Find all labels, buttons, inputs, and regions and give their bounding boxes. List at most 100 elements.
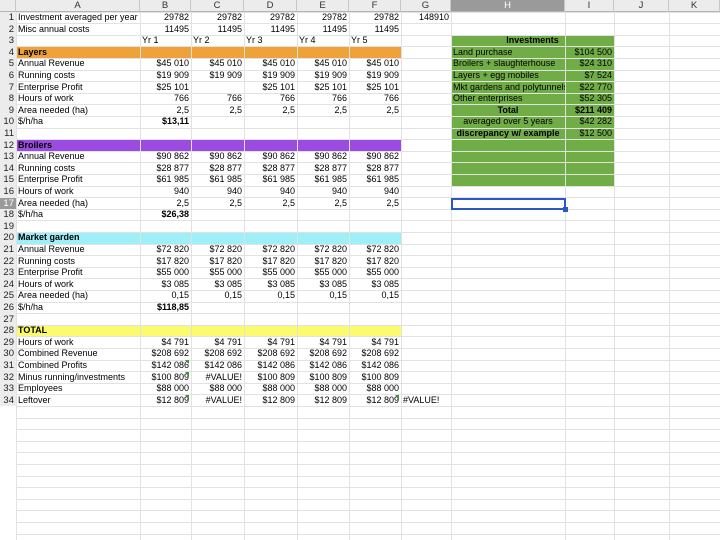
cell-b21[interactable]: $72 820 [140, 244, 191, 256]
cell-d11[interactable] [244, 128, 297, 140]
column-header-i[interactable]: I [565, 0, 614, 12]
cell-g9[interactable] [401, 105, 451, 117]
cell-g15[interactable] [401, 174, 451, 186]
cell-f22[interactable]: $17 820 [349, 256, 401, 268]
cell-b29[interactable]: $4 791 [140, 337, 191, 349]
cell-b24[interactable]: $3 085 [140, 279, 191, 291]
spreadsheet-grid[interactable]: A B C D E F G H I J K 1 Investment averaged per year… [0, 0, 720, 540]
cell-a30[interactable]: Combined Revenue [16, 348, 140, 360]
cell-a5[interactable]: Annual Revenue [16, 58, 140, 70]
cell-e13[interactable]: $90 862 [297, 151, 349, 163]
cell-d24[interactable]: $3 085 [244, 279, 297, 291]
cell-c20[interactable] [191, 232, 244, 244]
investment-item-label[interactable]: Broilers + slaughterhouse [451, 58, 565, 70]
cell-c8[interactable]: 766 [191, 93, 244, 105]
cell-b11[interactable] [140, 128, 191, 140]
cell-f15[interactable]: $61 985 [349, 174, 401, 186]
cell-d7[interactable]: $25 101 [244, 82, 297, 94]
investments-total-value[interactable]: $211 409 [565, 105, 614, 117]
cell-a19[interactable] [16, 221, 140, 233]
cell-g10[interactable] [401, 116, 451, 128]
cell-b1[interactable]: 29782 [140, 12, 191, 24]
cell-d12[interactable] [244, 140, 297, 152]
row-header-31[interactable]: 31 [0, 360, 16, 372]
cell-f9[interactable]: 2,5 [349, 105, 401, 117]
cell-e27[interactable] [297, 314, 349, 326]
investment-item-value[interactable]: $24 310 [565, 58, 614, 70]
cell-g2[interactable] [401, 24, 451, 36]
cell-a20[interactable]: Market garden [16, 232, 140, 244]
row-header-4[interactable]: 4 [0, 46, 16, 59]
cell-f10[interactable] [349, 116, 401, 128]
cell-e29[interactable]: $4 791 [297, 337, 349, 349]
column-header-h[interactable]: H [451, 0, 565, 12]
cell-f28[interactable] [349, 325, 401, 337]
cell-c5[interactable]: $45 010 [191, 58, 244, 70]
cell-a21[interactable]: Annual Revenue [16, 244, 140, 256]
cell-e6[interactable]: $19 909 [297, 70, 349, 82]
cell-e3[interactable]: Yr 4 [297, 35, 349, 47]
cell-d23[interactable]: $55 000 [244, 267, 297, 279]
cell-f21[interactable]: $72 820 [349, 244, 401, 256]
cell-f29[interactable]: $4 791 [349, 337, 401, 349]
row-header-5[interactable]: 5 [0, 58, 16, 70]
cell-a1[interactable]: Investment averaged per year [16, 12, 140, 24]
cell-f31[interactable]: $142 086 [349, 360, 401, 372]
cell-a2[interactable]: Misc annual costs [16, 24, 140, 36]
cell-b12[interactable] [140, 140, 191, 152]
row-header-7[interactable]: 7 [0, 81, 16, 94]
cell-c14[interactable]: $28 877 [191, 163, 244, 175]
cell-e15[interactable]: $61 985 [297, 174, 349, 186]
cell-e1[interactable]: 29782 [297, 12, 349, 24]
cell-e9[interactable]: 2,5 [297, 105, 349, 117]
row-header-2[interactable]: 2 [0, 23, 16, 36]
cell-c6[interactable]: $19 909 [191, 70, 244, 82]
row-header-12[interactable]: 12 [0, 139, 16, 152]
cell-e21[interactable]: $72 820 [297, 244, 349, 256]
cell-b22[interactable]: $17 820 [140, 256, 191, 268]
cell-f32[interactable]: $100 809 [349, 372, 401, 384]
cell-g14[interactable] [401, 163, 451, 175]
cell-e19[interactable] [297, 221, 349, 233]
cell-g34[interactable]: #VALUE! [401, 395, 451, 407]
cell-a14[interactable]: Running costs [16, 163, 140, 175]
cell-f17[interactable]: 2,5 [349, 198, 401, 210]
cell-a16[interactable]: Hours of work [16, 186, 140, 198]
row-header-16[interactable]: 16 [0, 186, 16, 198]
cell-g18[interactable] [401, 209, 451, 221]
cell-f25[interactable]: 0,15 [349, 290, 401, 302]
cell-b10[interactable]: $13,11 [140, 116, 191, 128]
cell-d20[interactable] [244, 232, 297, 244]
cell-f11[interactable] [349, 128, 401, 140]
cell-c17[interactable]: 2,5 [191, 198, 244, 210]
cell-a3[interactable] [16, 35, 140, 47]
cell-b23[interactable]: $55 000 [140, 267, 191, 279]
cell-c13[interactable]: $90 862 [191, 151, 244, 163]
cell-f4[interactable] [349, 47, 401, 59]
investments-total-label[interactable]: Total [451, 105, 565, 117]
row-header-1[interactable]: 1 [0, 12, 16, 24]
investments-title[interactable]: Investments [451, 35, 614, 47]
row-header-9[interactable]: 9 [0, 104, 16, 117]
cell-e34[interactable]: $12 809 [297, 395, 349, 407]
row-header-20[interactable]: 20 [0, 232, 16, 244]
cell-e24[interactable]: $3 085 [297, 279, 349, 291]
cell-e12[interactable] [297, 140, 349, 152]
column-header-g[interactable]: G [401, 0, 451, 12]
cell-e11[interactable] [297, 128, 349, 140]
cell-g31[interactable] [401, 360, 451, 372]
cell-a24[interactable]: Hours of work [16, 279, 140, 291]
row-header-14[interactable]: 14 [0, 162, 16, 175]
cell-g13[interactable] [401, 151, 451, 163]
cell-e20[interactable] [297, 232, 349, 244]
cell-g5[interactable] [401, 58, 451, 70]
cell-b25[interactable]: 0,15 [140, 290, 191, 302]
cell-c28[interactable] [191, 325, 244, 337]
cell-c27[interactable] [191, 314, 244, 326]
cell-d1[interactable]: 29782 [244, 12, 297, 24]
cell-a11[interactable] [16, 128, 140, 140]
cell-g12[interactable] [401, 140, 451, 152]
cell-d13[interactable]: $90 862 [244, 151, 297, 163]
cell-a27[interactable] [16, 314, 140, 326]
cell-d8[interactable]: 766 [244, 93, 297, 105]
